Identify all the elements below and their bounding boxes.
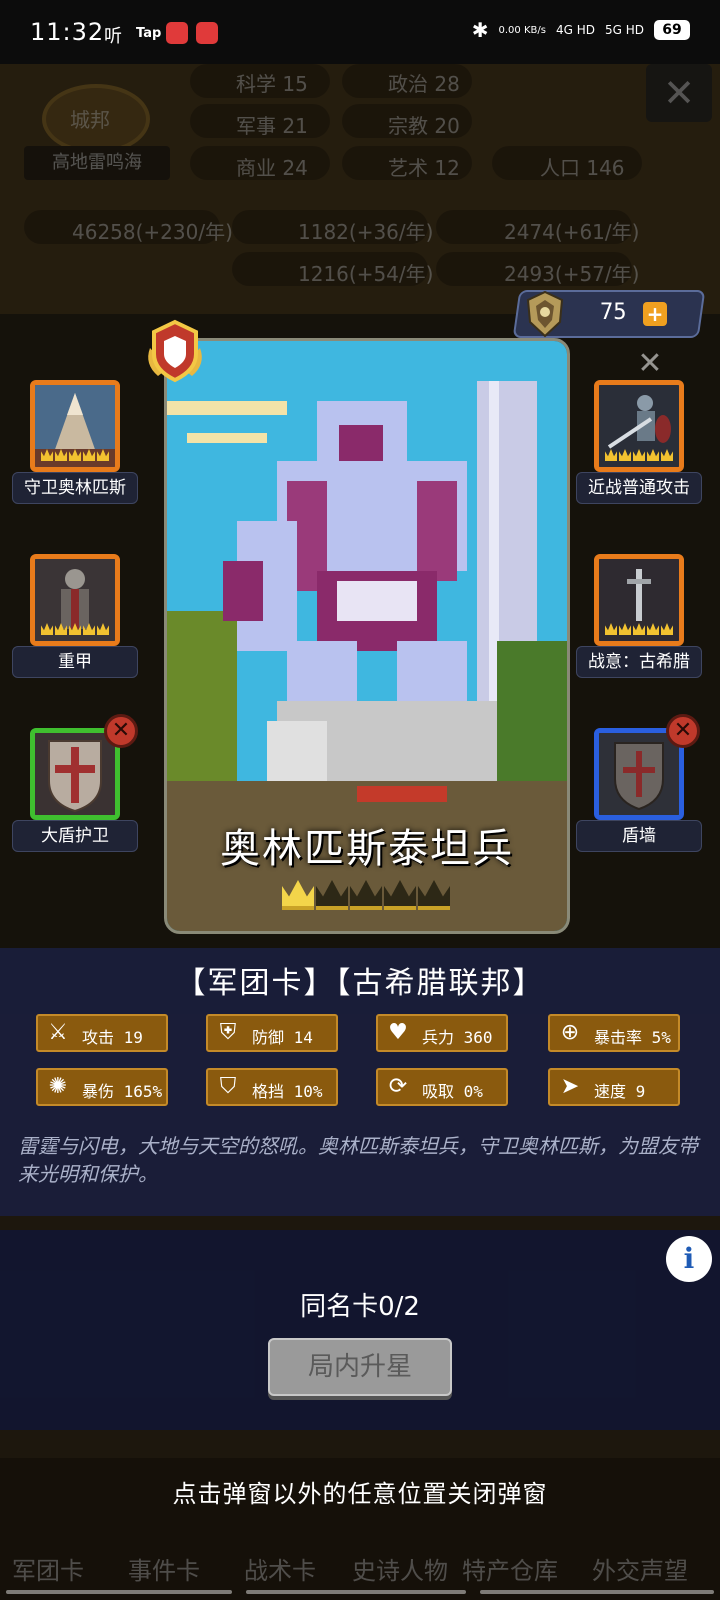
stat-lifesteal-text: 吸取 0% [422, 1082, 483, 1101]
skill-frame [594, 380, 684, 472]
upgrade-panel [0, 1230, 720, 1430]
stat-lifesteal: ⟳ 吸取 0% [376, 1068, 508, 1106]
skill-label: 重甲 [12, 646, 138, 678]
stat-crit-damage-text: 暴伤 165% [82, 1082, 163, 1101]
net-speed: 0.00 KB/s [498, 24, 546, 36]
stat-speed-text: 速度 9 [594, 1082, 646, 1101]
home-indicator [480, 1590, 714, 1594]
remove-skill-icon[interactable]: ✕ [666, 714, 700, 748]
skill-frame [30, 554, 120, 646]
star-empty-icon [316, 880, 348, 910]
app-red-icon [166, 22, 188, 44]
currency-value: 75 [600, 300, 627, 325]
skill-label: 守卫奥林匹斯 [12, 472, 138, 504]
crit-damage-icon: ✺ [48, 1074, 68, 1099]
skill-stars [41, 449, 109, 463]
card-description: 雷霆与闪电，大地与天空的怒吼。奥林匹斯泰坦兵，守卫奥林匹斯，为盟友带来光明和保护… [18, 1134, 698, 1186]
cross-shield-icon [35, 733, 115, 815]
skill-stars [605, 623, 673, 637]
crosshair-icon: ⊕ [560, 1020, 580, 1045]
signal-5g: 5G HD [604, 23, 644, 37]
card-star-rating [282, 880, 452, 914]
card-name: 奥林匹斯泰坦兵 [220, 826, 514, 872]
info-icon[interactable]: i [666, 1236, 712, 1282]
upgrade-star-button[interactable]: 局内升星 [268, 1338, 452, 1396]
shield-icon: ⛨ [219, 1020, 237, 1045]
close-icon[interactable]: ✕ [630, 344, 670, 384]
skill-stars [41, 623, 109, 637]
status-bar: 11:32 听 Tap ✱ 0.00 KB/s 4G HD 5G HD 69 [0, 0, 720, 64]
stat-block-text: 格挡 10% [252, 1082, 323, 1101]
heart-icon: ♥ [388, 1020, 408, 1045]
star-empty-icon [384, 880, 416, 910]
close-hint: 点击弹窗以外的任意位置关闭弹窗 [172, 1480, 548, 1508]
stat-crit-rate-text: 暴击率 5% [594, 1028, 671, 1047]
battery-icon: 69 [654, 20, 690, 40]
skill-label: 盾墙 [576, 820, 702, 852]
stat-attack-text: 攻击 19 [82, 1028, 143, 1047]
add-currency-button[interactable]: + [643, 302, 667, 326]
same-card-count: 同名卡0/2 [300, 1292, 420, 1322]
skill-label: 近战普通攻击 [576, 472, 702, 504]
lifesteal-icon: ⟳ [388, 1074, 408, 1099]
boot-icon: ➤ [560, 1074, 580, 1099]
shield-icon [599, 733, 679, 815]
stat-troops-text: 兵力 360 [422, 1028, 493, 1047]
crest-icon [526, 290, 564, 338]
stat-speed: ➤ 速度 9 [548, 1068, 680, 1106]
tap-notification-icon: Tap [136, 26, 162, 41]
stat-defense-text: 防御 14 [252, 1028, 313, 1047]
stat-crit-rate: ⊕ 暴击率 5% [548, 1014, 680, 1052]
skill-label: 大盾护卫 [12, 820, 138, 852]
home-indicator [246, 1590, 466, 1594]
app-notification-icon: 听 [104, 26, 122, 47]
bluetooth-icon: ✱ [471, 18, 489, 42]
status-time: 11:32 [30, 18, 105, 46]
star-filled-icon [282, 880, 314, 910]
stat-crit-damage: ✺ 暴伤 165% [36, 1068, 168, 1106]
card-type-line: 【军团卡】【古希腊联邦】 [175, 966, 545, 1001]
signal-4g: 4G HD [555, 23, 595, 37]
legion-badge-icon [148, 319, 202, 383]
stat-attack: ⚔ 攻击 19 [36, 1014, 168, 1052]
sword-icon: ⚔ [48, 1020, 68, 1045]
skill-label: 战意：古希腊 [576, 646, 702, 678]
status-right: ✱ 0.00 KB/s 4G HD 5G HD 69 [472, 18, 690, 42]
stat-block: ⛉ 格挡 10% [206, 1068, 338, 1106]
remove-skill-icon[interactable]: ✕ [104, 714, 138, 748]
app-red2-icon [196, 22, 218, 44]
stat-defense: ⛨ 防御 14 [206, 1014, 338, 1052]
star-empty-icon [418, 880, 450, 910]
block-icon: ⛉ [219, 1074, 237, 1099]
skill-frame [594, 554, 684, 646]
stat-troops: ♥ 兵力 360 [376, 1014, 508, 1052]
home-indicator [6, 1590, 232, 1594]
skill-frame [30, 728, 120, 820]
skill-stars [605, 449, 673, 463]
skill-frame [30, 380, 120, 472]
star-empty-icon [350, 880, 382, 910]
